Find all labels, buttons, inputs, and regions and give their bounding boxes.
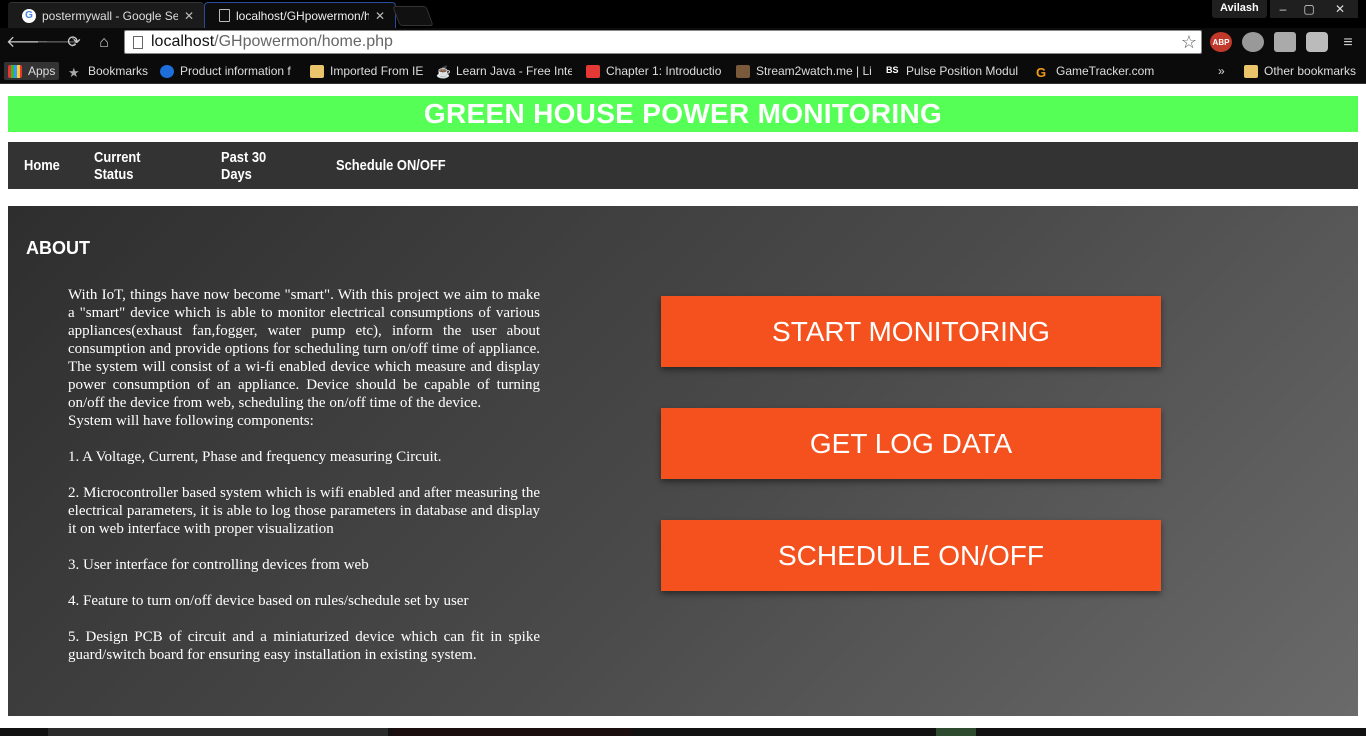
schedule-button[interactable]: SCHEDULE ON/OFF	[661, 520, 1161, 591]
bookmark-apps[interactable]: Apps	[4, 62, 60, 80]
hp-icon	[160, 64, 174, 78]
about-item: 5. Design PCB of circuit and a miniaturi…	[68, 629, 540, 663]
bookmark-imported-from-ie[interactable]: Imported From IE	[310, 62, 428, 80]
folder-icon	[310, 64, 324, 78]
close-window-button[interactable]: ✕	[1322, 0, 1358, 18]
gametracker-icon: G	[1036, 64, 1047, 80]
address-bar[interactable]: localhost/GHpowermon/home.php ☆	[124, 30, 1202, 54]
main-panel: ABOUT With IoT, things have now become "…	[8, 206, 1358, 716]
restore-button[interactable]: ▢	[1296, 0, 1322, 18]
bookmark-label: Bookmarks	[88, 64, 149, 78]
minimize-button[interactable]: –	[1270, 0, 1296, 18]
back-icon[interactable]: 🡐	[6, 34, 49, 52]
camera-icon[interactable]	[1274, 32, 1296, 52]
browser-tab-active[interactable]: localhost/GHpowermon/h ✕	[204, 2, 396, 28]
page-icon	[133, 35, 143, 49]
nav-schedule[interactable]: Schedule ON/OFF	[336, 157, 446, 174]
more-bookmarks-button[interactable]: »	[1218, 62, 1230, 80]
bookmark-chapter-1[interactable]: Chapter 1: Introductio	[586, 62, 722, 80]
browser-titlebar: G postermywall - Google Se ✕ localhost/G…	[0, 0, 1366, 28]
bookmark-label: Chapter 1: Introductio	[606, 64, 722, 78]
bookmark-label: Pulse Position Modul	[906, 64, 1019, 78]
nav-current-status[interactable]: Current Status	[94, 149, 176, 183]
bookmark-bookmarks[interactable]: ★ Bookmarks	[68, 62, 154, 80]
bookmark-stream2watch[interactable]: Stream2watch.me | Liv	[736, 62, 872, 80]
star-icon: ★	[68, 64, 80, 80]
address-path: /GHpowermon/home.php	[214, 33, 393, 50]
menu-icon[interactable]: ≡	[1338, 34, 1358, 52]
stream-icon	[736, 64, 750, 78]
bookmark-label: Learn Java - Free Inter	[456, 64, 572, 78]
other-bookmarks[interactable]: Other bookmarks	[1244, 62, 1362, 80]
adblock-icon[interactable]: ABP	[1210, 32, 1232, 52]
bs-icon: BS	[886, 64, 899, 75]
about-heading: ABOUT	[26, 238, 90, 258]
home-icon[interactable]: ⌂	[94, 34, 114, 52]
bookmarks-bar: Apps ★ Bookmarks Product information f I…	[0, 58, 1366, 84]
bookmark-product-information[interactable]: Product information f	[160, 62, 296, 80]
taskbar-item[interactable]	[392, 728, 632, 736]
tab-title: postermywall - Google Se	[42, 8, 178, 23]
main-nav: Home Current Status Past 30 Days Schedul…	[8, 142, 1358, 189]
page-banner: GREEN HOUSE POWER MONITORING	[8, 96, 1358, 132]
profile-button[interactable]: Avilash	[1212, 0, 1267, 18]
bookmark-label: Imported From IE	[330, 64, 424, 78]
close-icon[interactable]: ✕	[184, 9, 194, 23]
tab-title: localhost/GHpowermon/h	[236, 8, 369, 23]
nav-home[interactable]: Home	[24, 157, 60, 174]
taskbar-item[interactable]	[936, 728, 976, 736]
bookmark-label: GameTracker.com	[1056, 64, 1155, 78]
browser-tab-google[interactable]: G postermywall - Google Se ✕	[8, 2, 204, 28]
about-intro: With IoT, things have now become "smart"…	[68, 287, 540, 411]
about-item: 4. Feature to turn on/off device based o…	[68, 593, 469, 609]
bookmark-gametracker[interactable]: G GameTracker.com	[1036, 62, 1166, 80]
ie-icon	[586, 64, 600, 78]
bookmark-label: Apps	[28, 64, 56, 78]
close-icon[interactable]: ✕	[375, 9, 385, 23]
forward-icon[interactable]: 🡒	[36, 34, 79, 52]
about-item: 1. A Voltage, Current, Phase and frequen…	[68, 449, 442, 465]
bookmark-pulse-position[interactable]: BS Pulse Position Modul	[886, 62, 1022, 80]
extension-icon[interactable]	[1306, 32, 1328, 52]
bookmark-star-icon[interactable]: ☆	[1181, 32, 1197, 53]
bookmark-label: Product information f	[180, 64, 291, 78]
get-log-data-button[interactable]: GET LOG DATA	[661, 408, 1161, 479]
page-icon	[219, 9, 230, 22]
reload-icon[interactable]: ⟳	[64, 34, 84, 52]
cloud-extension-icon[interactable]	[1242, 32, 1264, 52]
about-item: 2. Microcontroller based system which is…	[68, 485, 540, 537]
taskbar-item[interactable]	[48, 728, 388, 736]
google-icon: G	[22, 8, 36, 23]
about-item: 3. User interface for controlling device…	[68, 557, 369, 573]
about-text: With IoT, things have now become "smart"…	[68, 286, 540, 664]
address-host: localhost	[151, 33, 215, 50]
apps-grid-icon	[8, 64, 22, 78]
bookmark-learn-java[interactable]: ☕ Learn Java - Free Inter	[436, 62, 572, 80]
nav-past-30-days[interactable]: Past 30 Days	[221, 149, 292, 183]
start-monitoring-button[interactable]: START MONITORING	[661, 296, 1161, 367]
bookmark-label: Other bookmarks	[1264, 64, 1357, 78]
java-icon: ☕	[436, 64, 451, 79]
folder-icon	[1244, 64, 1258, 78]
taskbar	[0, 728, 1366, 736]
bookmark-label: Stream2watch.me | Liv	[756, 64, 872, 78]
about-components-intro: System will have following components:	[68, 413, 314, 429]
new-tab-button[interactable]	[392, 6, 434, 26]
